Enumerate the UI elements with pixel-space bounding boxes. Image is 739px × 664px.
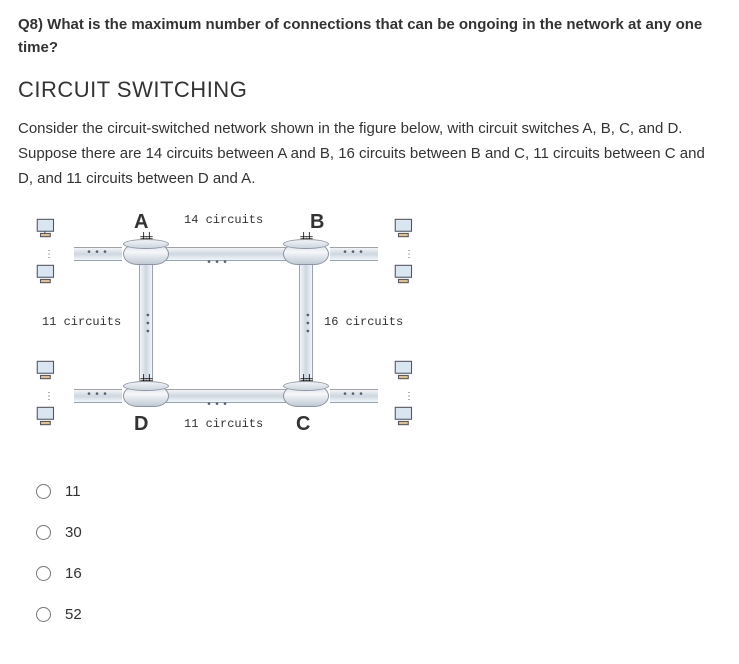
option-3[interactable]: 16 [36,553,721,594]
edge-label-da: 11 circuits [42,315,121,329]
computer-icon [392,261,418,287]
edge-label-bc: 16 circuits [324,315,403,329]
node-label-b: B [310,211,324,234]
question-title: Q8) What is the maximum number of connec… [18,14,721,59]
node-label-c: C [296,413,310,436]
edge-label-ab: 14 circuits [184,213,263,227]
section-heading: CIRCUIT SWITCHING [18,77,721,103]
option-2[interactable]: 30 [36,512,721,553]
option-label: 52 [65,606,82,623]
node-label-a: A [134,211,148,234]
computer-icon [34,403,60,429]
node-label-d: D [134,413,148,436]
answer-options: 11 30 16 52 [18,471,721,635]
computer-icon [392,215,418,241]
radio-icon [36,484,51,499]
computer-icon [34,215,60,241]
radio-icon [36,607,51,622]
option-label: 11 [65,483,81,500]
option-label: 30 [65,524,82,541]
option-label: 16 [65,565,82,582]
computer-icon [34,357,60,383]
computer-icon [34,261,60,287]
option-1[interactable]: 11 [36,471,721,512]
computer-icon [392,403,418,429]
question-description: Consider the circuit-switched network sh… [18,117,721,191]
radio-icon [36,525,51,540]
network-figure: ╪╪ ╪╪ ╪╪ ╪╪ ⋮ ⋮ ⋮ [18,213,721,443]
option-4[interactable]: 52 [36,594,721,635]
computer-icon [392,357,418,383]
radio-icon [36,566,51,581]
edge-label-cd: 11 circuits [184,417,263,431]
